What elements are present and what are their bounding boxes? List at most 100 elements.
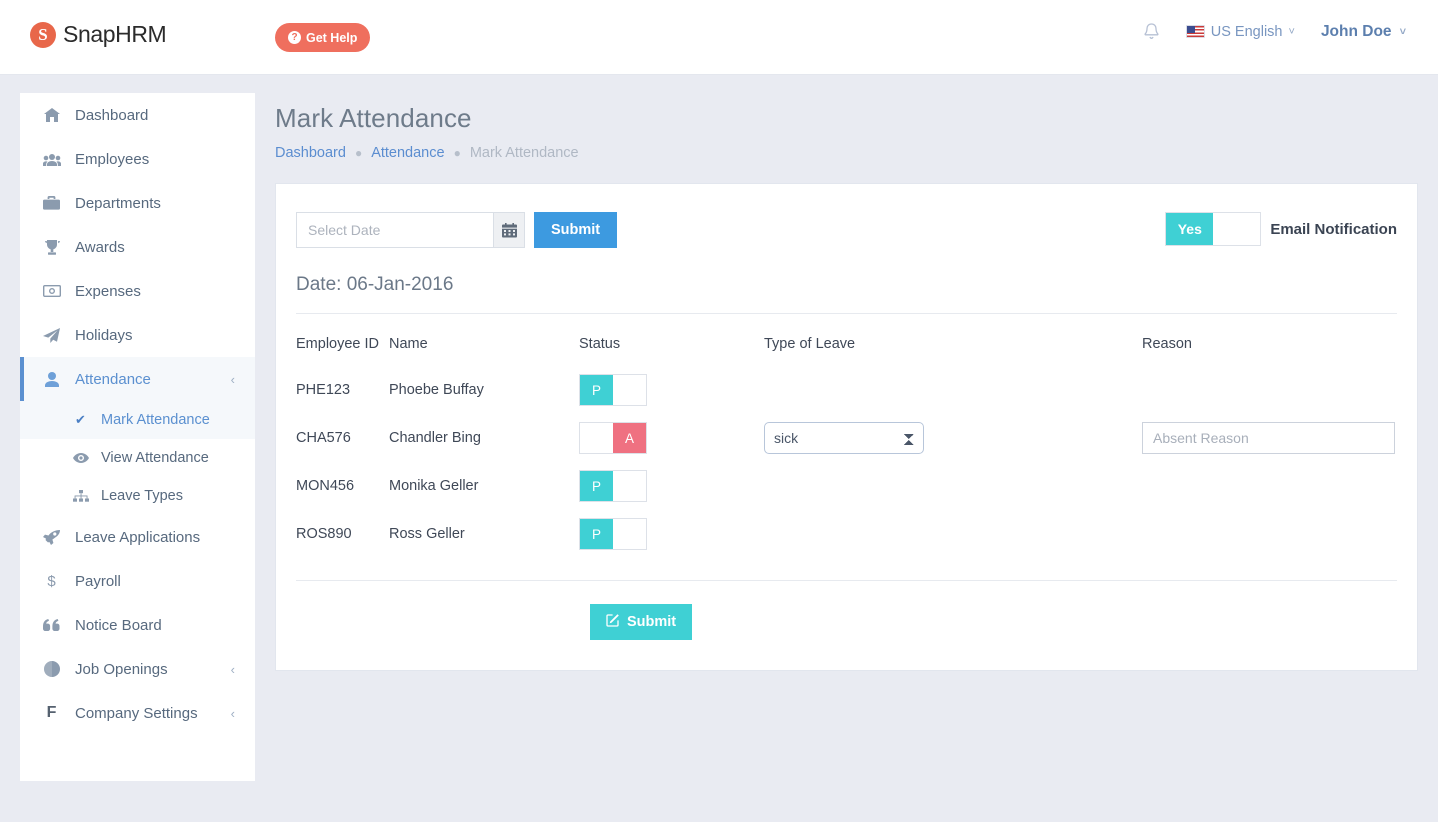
- cell-name: Phoebe Buffay: [389, 382, 484, 398]
- date-submit-button[interactable]: Submit: [534, 212, 618, 248]
- date-picker-group: [296, 212, 525, 248]
- sidebar-item-payroll[interactable]: $ Payroll: [20, 559, 255, 603]
- briefcase-icon: [42, 196, 61, 210]
- table-row: PHE123 Phoebe Buffay P: [296, 366, 1397, 414]
- status-toggle-present[interactable]: P: [579, 470, 647, 502]
- sidebar-item-awards[interactable]: Awards: [20, 225, 255, 269]
- table-row: CHA576 Chandler Bing A sick: [296, 414, 1397, 462]
- sidebar-item-leave-types[interactable]: Leave Types: [20, 477, 255, 515]
- sidebar-item-company-settings[interactable]: F Company Settings ‹: [20, 691, 255, 735]
- cell-type-of-leave: sick: [764, 414, 1142, 462]
- breadcrumb-separator: ●: [354, 146, 363, 160]
- cell-employee-id: CHA576: [296, 430, 351, 446]
- language-label: US English: [1210, 23, 1283, 40]
- sidebar-item-expenses[interactable]: Expenses: [20, 269, 255, 313]
- attendance-table: Employee ID Name Status Type of Leave Re…: [296, 314, 1397, 558]
- money-icon: [42, 285, 61, 297]
- sidebar-item-label: Employees: [75, 150, 150, 168]
- breadcrumb-link-attendance[interactable]: Attendance: [371, 145, 444, 161]
- flag-icon: F: [46, 704, 57, 721]
- logo-icon: S: [30, 21, 56, 48]
- quote-icon: [42, 619, 61, 631]
- sidebar: Dashboard Employees Departments Awards E…: [20, 93, 255, 781]
- language-selector[interactable]: US English ˅: [1185, 23, 1295, 40]
- sidebar-item-attendance[interactable]: Attendance ‹: [20, 357, 255, 401]
- sidebar-item-label: Departments: [75, 194, 161, 212]
- page-title: Mark Attendance: [275, 103, 472, 133]
- sidebar-item-label: Company Settings: [75, 704, 198, 722]
- sidebar-item-employees[interactable]: Employees: [20, 137, 255, 181]
- column-header-reason: Reason: [1142, 336, 1192, 352]
- attendance-card: Submit Yes Email Notification Date: 06-J…: [275, 183, 1418, 671]
- absent-reason-input[interactable]: [1142, 422, 1395, 454]
- globe-icon: [42, 661, 61, 677]
- status-empty-half: [580, 423, 613, 453]
- user-menu[interactable]: John Doe ˅: [1321, 23, 1406, 41]
- main-content: Mark Attendance Dashboard ● Attendance ●…: [275, 93, 1418, 671]
- chevron-left-icon: ‹: [230, 371, 235, 387]
- edit-icon: [606, 613, 620, 631]
- cell-type-of-leave: [764, 462, 1142, 510]
- logo-text: SnapHRM: [63, 21, 167, 47]
- toggle-off-half: [1213, 213, 1261, 245]
- sidebar-item-dashboard[interactable]: Dashboard: [20, 93, 255, 137]
- toggle-yes-label: Yes: [1166, 213, 1214, 245]
- sidebar-item-label: Mark Attendance: [101, 412, 210, 428]
- email-notification-toggle[interactable]: Yes: [1165, 212, 1262, 246]
- us-flag-icon: [1185, 25, 1205, 38]
- sidebar-item-leave-applications[interactable]: Leave Applications: [20, 515, 255, 559]
- status-toggle-absent[interactable]: A: [579, 422, 647, 454]
- sidebar-item-label: Holidays: [75, 326, 133, 344]
- app-logo[interactable]: S SnapHRM: [30, 21, 167, 48]
- submit-row: Submit: [296, 581, 1397, 640]
- status-p-label: P: [580, 519, 613, 549]
- question-mark-icon: ?: [288, 31, 301, 44]
- column-header-employee-id: Employee ID: [296, 336, 380, 352]
- sidebar-item-mark-attendance[interactable]: ✔ Mark Attendance: [20, 401, 255, 439]
- sidebar-item-holidays[interactable]: Holidays: [20, 313, 255, 357]
- dollar-icon: $: [47, 572, 56, 590]
- leave-type-select[interactable]: sick: [764, 422, 924, 454]
- sidebar-item-label: Payroll: [75, 572, 121, 590]
- table-body: PHE123 Phoebe Buffay P CHA576 Chandler B…: [296, 366, 1397, 558]
- status-a-label: A: [613, 423, 646, 453]
- get-help-button[interactable]: ? Get Help: [275, 23, 371, 52]
- user-icon: [42, 371, 61, 387]
- cell-reason: [1142, 414, 1397, 462]
- sidebar-item-view-attendance[interactable]: View Attendance: [20, 439, 255, 477]
- select-date-input[interactable]: [296, 212, 493, 248]
- sidebar-item-label: View Attendance: [101, 450, 209, 466]
- table-header: Employee ID Name Status Type of Leave Re…: [296, 314, 1397, 366]
- status-empty-half: [613, 519, 646, 549]
- bell-icon[interactable]: [1143, 22, 1160, 41]
- column-header-name: Name: [389, 336, 428, 352]
- sidebar-item-label: Notice Board: [75, 616, 162, 634]
- top-bar: S SnapHRM ? Get Help US English ˅ John D…: [0, 0, 1438, 75]
- status-toggle-present[interactable]: P: [579, 518, 647, 550]
- cell-type-of-leave: [764, 510, 1142, 558]
- cell-status: P: [579, 366, 764, 414]
- sidebar-item-job-openings[interactable]: Job Openings ‹: [20, 647, 255, 691]
- cell-employee-id: PHE123: [296, 382, 351, 398]
- trophy-icon: [42, 239, 61, 255]
- people-icon: [42, 153, 61, 166]
- sidebar-item-notice-board[interactable]: Notice Board: [20, 603, 255, 647]
- calendar-icon[interactable]: [493, 212, 525, 248]
- cell-name: Chandler Bing: [389, 430, 481, 446]
- cell-name: Monika Geller: [389, 478, 479, 494]
- sidebar-item-label: Dashboard: [75, 106, 149, 124]
- table-row: ROS890 Ross Geller P: [296, 510, 1397, 558]
- breadcrumb-current: Mark Attendance: [469, 145, 579, 161]
- cell-reason: [1142, 462, 1397, 510]
- status-empty-half: [613, 375, 646, 405]
- email-notification-label: Email Notification: [1270, 220, 1397, 238]
- cell-employee-id: MON456: [296, 478, 355, 494]
- cell-status: A: [579, 414, 764, 462]
- attendance-submit-button[interactable]: Submit: [590, 604, 693, 640]
- sidebar-item-departments[interactable]: Departments: [20, 181, 255, 225]
- eye-icon: [72, 453, 89, 463]
- status-toggle-present[interactable]: P: [579, 374, 647, 406]
- sidebar-item-label: Leave Applications: [75, 528, 201, 546]
- breadcrumb-link-dashboard[interactable]: Dashboard: [275, 145, 346, 161]
- paper-plane-icon: [42, 327, 61, 343]
